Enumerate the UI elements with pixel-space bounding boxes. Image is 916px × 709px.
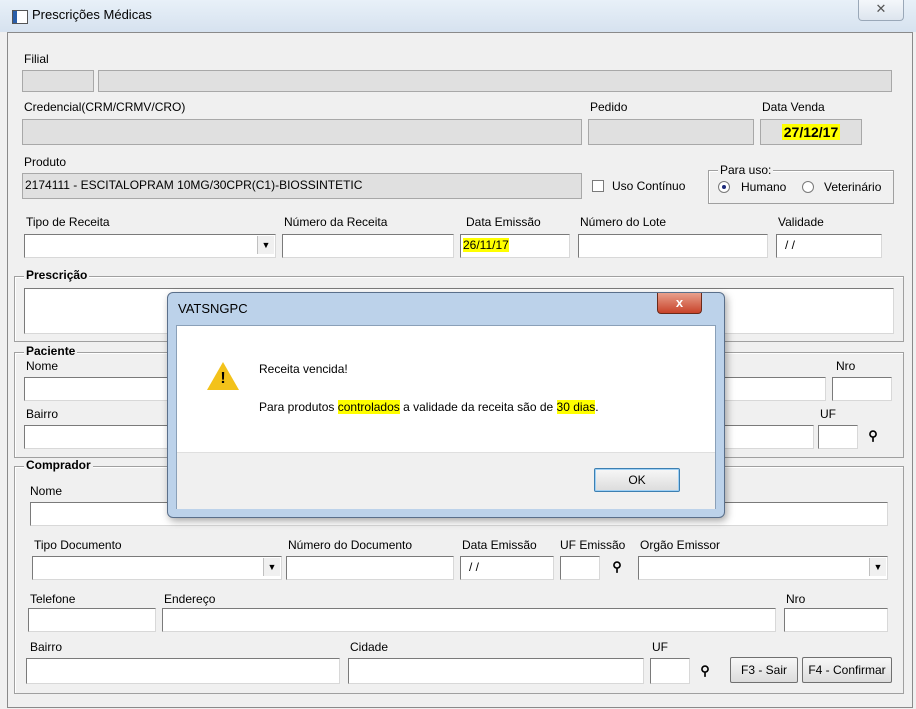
- data-emissao-value: 26/11/17: [463, 238, 509, 252]
- prescricao-legend: Prescrição: [24, 268, 90, 282]
- telefone-label: Telefone: [30, 592, 76, 606]
- produto-field: 2174111 - ESCITALOPRAM 10MG/30CPR(C1)-BI…: [22, 173, 582, 199]
- dialog-message: Para produtos controlados a validade da …: [259, 400, 599, 414]
- comprador-bairro-label: Bairro: [30, 640, 63, 654]
- tipo-documento-label: Tipo Documento: [34, 538, 122, 552]
- comprador-data-emissao-label: Data Emissão: [462, 538, 537, 552]
- validade-label: Validade: [778, 215, 824, 229]
- tipo-receita-select[interactable]: ▼: [24, 234, 276, 258]
- comprador-data-emissao-field[interactable]: / /: [460, 556, 554, 580]
- msg-part-3: a validade da receita são de: [399, 400, 557, 414]
- msg-part-5: .: [595, 400, 599, 414]
- msg-part-1: Para produtos: [259, 400, 338, 414]
- telefone-field[interactable]: [28, 608, 156, 632]
- numero-lote-field[interactable]: [578, 234, 768, 258]
- paciente-nro-label: Nro: [836, 359, 856, 373]
- paciente-nome-field[interactable]: [24, 377, 184, 401]
- app-icon: [12, 10, 28, 24]
- dialog-title: VATSNGPC: [178, 301, 248, 316]
- veterinario-radio[interactable]: [802, 181, 814, 193]
- credencial-label: Credencial(CRM/CRMV/CRO): [24, 100, 186, 114]
- dialog-close-button[interactable]: x: [657, 293, 702, 314]
- numero-lote-label: Número do Lote: [580, 215, 667, 229]
- cidade-label: Cidade: [350, 640, 389, 654]
- comprador-uf-label: UF: [652, 640, 668, 654]
- filial-code-field: [22, 70, 94, 92]
- window-title: Prescrições Médicas: [32, 7, 152, 22]
- confirmar-button[interactable]: F4 - Confirmar: [802, 657, 892, 683]
- orgao-emissor-label: Orgão Emissor: [640, 538, 721, 552]
- paciente-legend: Paciente: [24, 344, 78, 358]
- uso-continuo-label: Uso Contínuo: [612, 179, 686, 193]
- uso-continuo-checkbox[interactable]: [592, 180, 604, 192]
- numero-documento-field[interactable]: [286, 556, 454, 580]
- cidade-field[interactable]: [348, 658, 644, 684]
- comprador-legend: Comprador: [24, 458, 93, 472]
- data-emissao-label: Data Emissão: [466, 215, 541, 229]
- data-venda-label: Data Venda: [762, 100, 825, 114]
- tipo-documento-select[interactable]: ▼: [32, 556, 282, 580]
- paciente-bairro-label: Bairro: [26, 407, 59, 421]
- comprador-nro-label: Nro: [786, 592, 806, 606]
- chevron-down-icon[interactable]: ▼: [263, 558, 280, 576]
- uf-emissao-field[interactable]: [560, 556, 600, 580]
- validade-field[interactable]: / /: [776, 234, 882, 258]
- chevron-down-icon[interactable]: ▼: [257, 236, 274, 254]
- humano-label: Humano: [741, 180, 787, 194]
- data-venda-field: 27/12/17: [760, 119, 862, 145]
- paciente-bairro-field[interactable]: [24, 425, 184, 449]
- paciente-uf-label: UF: [820, 407, 836, 421]
- msg-30-dias: 30 dias: [556, 400, 596, 414]
- warning-mark: !: [220, 370, 226, 387]
- data-venda-value: 27/12/17: [781, 124, 841, 140]
- uf-emissao-label: UF Emissão: [560, 538, 626, 552]
- endereco-field[interactable]: [162, 608, 776, 632]
- sair-button[interactable]: F3 - Sair: [730, 657, 798, 683]
- paciente-nro-field[interactable]: [832, 377, 892, 401]
- endereco-label: Endereço: [164, 592, 216, 606]
- veterinario-label: Veterinário: [824, 180, 882, 194]
- chevron-down-icon[interactable]: ▼: [869, 558, 886, 576]
- numero-receita-field[interactable]: [282, 234, 454, 258]
- produto-label: Produto: [24, 155, 67, 169]
- ok-button[interactable]: OK: [594, 468, 680, 492]
- binoculars-icon[interactable]: ⚲: [606, 556, 628, 578]
- alert-dialog: VATSNGPC x ! Receita vencida! Para produ…: [167, 292, 725, 518]
- dialog-body: ! Receita vencida! Para produtos control…: [176, 325, 716, 509]
- tipo-receita-label: Tipo de Receita: [26, 215, 110, 229]
- pedido-label: Pedido: [590, 100, 628, 114]
- comprador-nro-field[interactable]: [784, 608, 888, 632]
- numero-receita-label: Número da Receita: [284, 215, 388, 229]
- dialog-footer: OK: [177, 452, 715, 509]
- humano-radio[interactable]: [718, 181, 730, 193]
- data-emissao-field[interactable]: 26/11/17: [460, 234, 570, 258]
- filial-name-field: [98, 70, 892, 92]
- para-uso-legend: Para uso:: [718, 163, 774, 177]
- credencial-field: [22, 119, 582, 145]
- paciente-nome-label: Nome: [26, 359, 59, 373]
- numero-documento-label: Número do Documento: [288, 538, 413, 552]
- msg-controlados: controlados: [337, 400, 400, 414]
- dialog-message-title: Receita vencida!: [259, 362, 348, 376]
- orgao-emissor-select[interactable]: ▼: [638, 556, 888, 580]
- pedido-field: [588, 119, 754, 145]
- filial-label: Filial: [24, 52, 49, 66]
- close-button[interactable]: ✕: [858, 0, 904, 21]
- comprador-nome-label: Nome: [30, 484, 63, 498]
- paciente-uf-field[interactable]: [818, 425, 858, 449]
- comprador-uf-field[interactable]: [650, 658, 690, 684]
- binoculars-icon[interactable]: ⚲: [694, 660, 716, 682]
- title-bar: Prescrições Médicas ✕: [0, 0, 916, 32]
- binoculars-icon[interactable]: ⚲: [862, 425, 884, 447]
- comprador-bairro-field[interactable]: [26, 658, 340, 684]
